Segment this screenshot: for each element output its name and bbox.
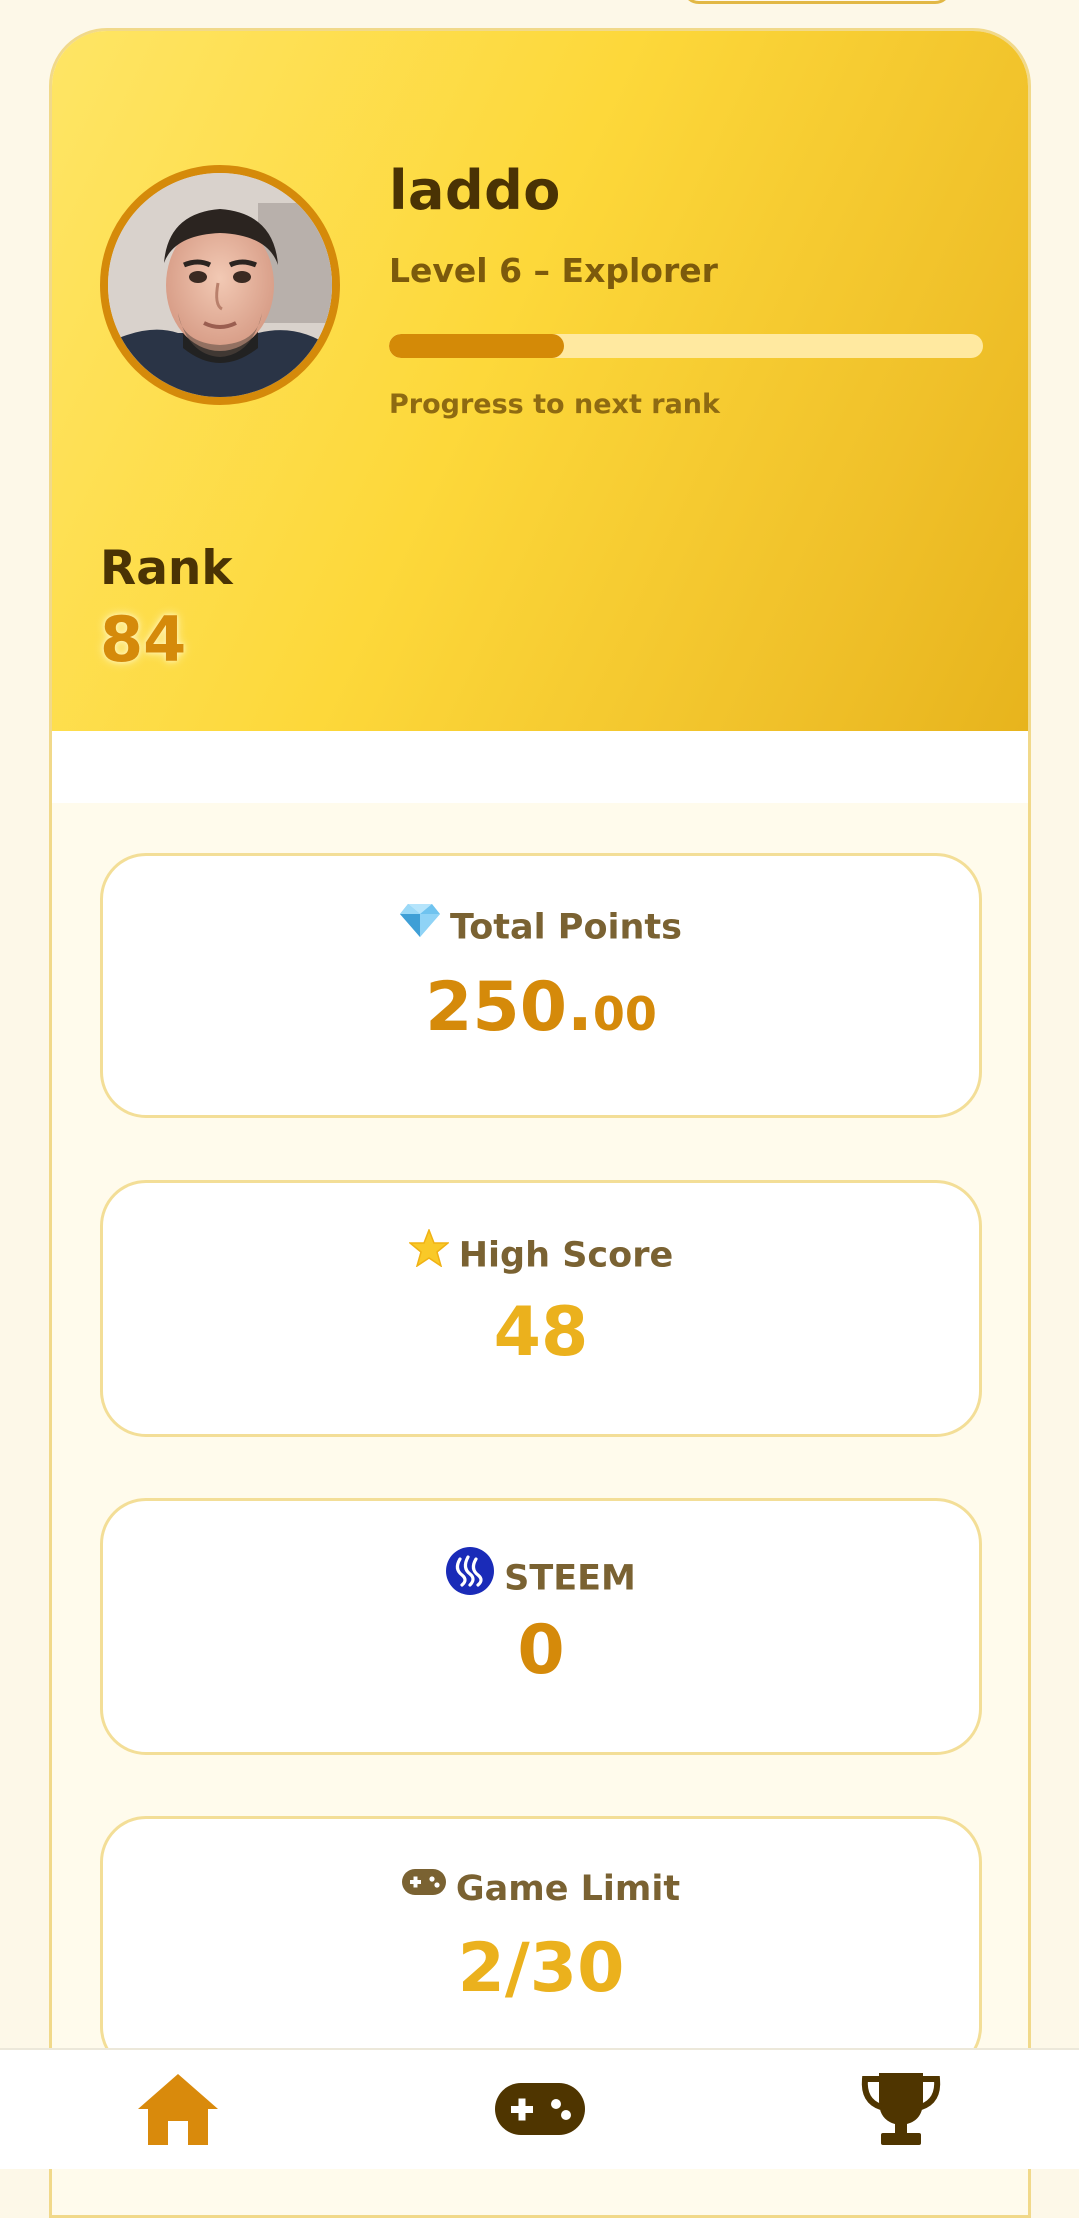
gamepad-icon bbox=[401, 1866, 446, 1906]
hero-divider bbox=[52, 731, 1028, 803]
steem-header: STEEM bbox=[103, 1547, 979, 1608]
game-limit-card: Game Limit 2/30 bbox=[100, 1816, 982, 2073]
profile-card: laddo Level 6 – Explorer Progress to nex… bbox=[49, 28, 1031, 2218]
high-score-label: High Score bbox=[458, 1235, 674, 1276]
nav-leaderboard-button[interactable] bbox=[841, 2068, 961, 2154]
home-icon bbox=[136, 2071, 220, 2151]
nav-games-button[interactable] bbox=[480, 2068, 600, 2154]
game-limit-label: Game Limit bbox=[455, 1869, 681, 1909]
total-points-header: Total Points bbox=[103, 904, 979, 951]
profile-hero: laddo Level 6 – Explorer Progress to nex… bbox=[52, 31, 1028, 731]
gamepad-icon bbox=[495, 2081, 585, 2141]
progress-caption: Progress to next rank bbox=[389, 389, 720, 420]
rank-progress-bar bbox=[389, 334, 983, 358]
steem-value: 0 bbox=[103, 1611, 979, 1690]
steem-logo-icon bbox=[446, 1547, 495, 1604]
total-points-card: Total Points 250.00 bbox=[100, 853, 982, 1118]
rank-value: 84 bbox=[100, 603, 187, 676]
total-points-label: Total Points bbox=[450, 907, 682, 948]
steem-card: STEEM 0 bbox=[100, 1498, 982, 1755]
username: laddo bbox=[389, 159, 561, 222]
avatar-photo bbox=[108, 173, 332, 397]
avatar[interactable] bbox=[100, 165, 340, 405]
high-score-card: High Score 48 bbox=[100, 1180, 982, 1437]
top-pill-button[interactable] bbox=[682, 0, 952, 4]
high-score-header: High Score bbox=[103, 1227, 979, 1280]
high-score-value: 48 bbox=[103, 1293, 979, 1372]
trophy-icon bbox=[859, 2071, 943, 2151]
total-points-decimals: 00 bbox=[592, 987, 657, 1041]
rank-label: Rank bbox=[100, 541, 233, 596]
total-points-value: 250.00 bbox=[103, 968, 979, 1047]
total-points-int: 250. bbox=[425, 968, 593, 1047]
game-limit-header: Game Limit bbox=[103, 1869, 979, 1910]
rank-progress-fill bbox=[389, 334, 565, 358]
game-limit-value: 2/30 bbox=[103, 1929, 979, 2008]
nav-home-button[interactable] bbox=[118, 2068, 238, 2154]
game-limit-number: 2/30 bbox=[457, 1929, 625, 2008]
level-text: Level 6 – Explorer bbox=[389, 251, 718, 290]
star-icon bbox=[407, 1227, 450, 1276]
steem-label: STEEM bbox=[504, 1558, 636, 1599]
gem-icon bbox=[400, 902, 440, 947]
high-score-number: 48 bbox=[493, 1293, 589, 1372]
steem-number: 0 bbox=[517, 1611, 565, 1690]
bottom-nav bbox=[0, 2048, 1079, 2169]
